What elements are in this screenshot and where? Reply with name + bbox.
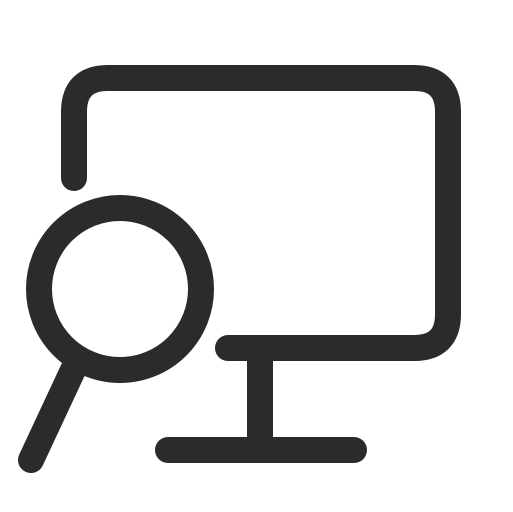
- magnifier-handle: [18, 357, 86, 473]
- magnifier-lens: [26, 195, 214, 383]
- icon-canvas: [0, 0, 513, 512]
- monitor-search-icon: [18, 65, 461, 473]
